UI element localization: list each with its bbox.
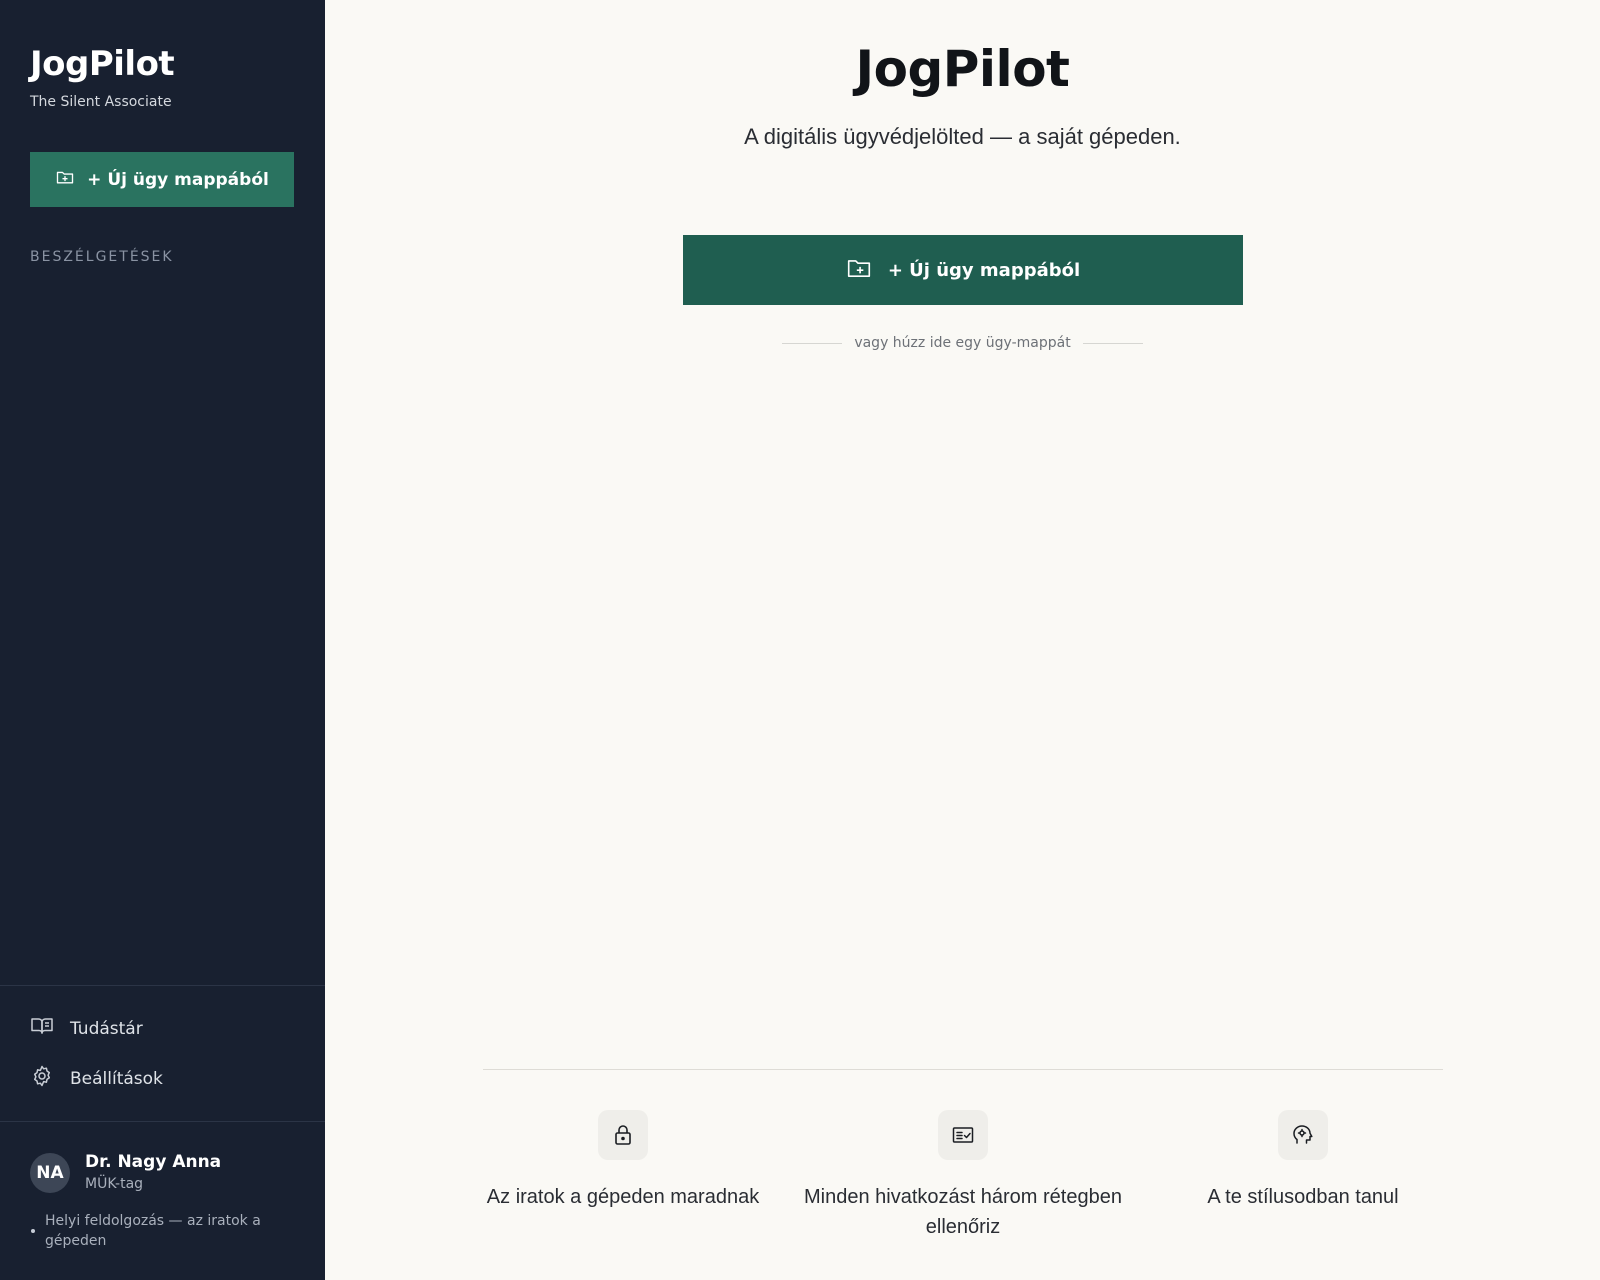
folder-drop-zone-hint[interactable]: vagy húzz ide egy ügy-mappát xyxy=(325,335,1600,351)
book-icon xyxy=(30,1014,54,1043)
drop-hint-text: vagy húzz ide egy ügy-mappát xyxy=(854,335,1071,351)
folder-plus-icon xyxy=(55,167,75,192)
sidebar-divider xyxy=(0,985,325,986)
folder-plus-icon xyxy=(846,255,872,286)
feature-text: Minden hivatkozást három rétegben ellenő… xyxy=(804,1186,1122,1238)
sidebar-item-label: Beállítások xyxy=(70,1068,163,1089)
lock-icon xyxy=(598,1110,648,1160)
status-dot xyxy=(31,1229,35,1233)
user-role: MÜK-tag xyxy=(85,1176,144,1192)
conversations-section-label: BESZÉLGETÉSEK xyxy=(30,249,174,265)
sidebar-divider xyxy=(0,1121,325,1122)
sidebar: JogPilot The Silent Associate + Új ügy m… xyxy=(0,0,325,1280)
sidebar-item-label: Tudástár xyxy=(70,1018,143,1039)
hint-divider-left xyxy=(782,342,843,344)
gear-icon xyxy=(30,1064,54,1093)
sidebar-item-settings[interactable]: Beállítások xyxy=(30,1064,163,1093)
avatar[interactable]: NA xyxy=(30,1153,70,1193)
feature-text: A te stílusodban tanul xyxy=(1207,1186,1399,1208)
page-title: JogPilot xyxy=(855,40,1070,98)
sidebar-new-case-label: + Új ügy mappából xyxy=(87,169,269,190)
checklist-icon xyxy=(938,1110,988,1160)
new-case-from-folder-button[interactable]: + Új ügy mappából xyxy=(683,235,1243,305)
sidebar-new-case-button[interactable]: + Új ügy mappából xyxy=(30,152,294,207)
feature-text: Az iratok a gépeden maradnak xyxy=(486,1186,760,1208)
sidebar-item-knowledge-base[interactable]: Tudástár xyxy=(30,1014,143,1043)
feature-style-learning: A te stílusodban tanul xyxy=(1143,1110,1463,1212)
feature-local-documents: Az iratok a gépeden maradnak xyxy=(463,1110,783,1212)
main-panel: JogPilot A digitális ügyvédjelölted — a … xyxy=(325,0,1600,1280)
feature-citation-check: Minden hivatkozást három rétegben ellenő… xyxy=(803,1110,1123,1242)
page-subtitle: A digitális ügyvédjelölted — a saját gép… xyxy=(744,124,1181,149)
sidebar-tagline: The Silent Associate xyxy=(30,94,172,110)
local-processing-status: Helyi feldolgozás — az iratok a gépeden xyxy=(45,1213,261,1249)
user-name: Dr. Nagy Anna xyxy=(85,1152,222,1172)
features-divider xyxy=(483,1069,1443,1070)
sidebar-brand: JogPilot xyxy=(30,44,175,84)
new-case-label: + Új ügy mappából xyxy=(887,259,1081,281)
hint-divider-right xyxy=(1082,342,1143,344)
brain-gear-icon xyxy=(1278,1110,1328,1160)
